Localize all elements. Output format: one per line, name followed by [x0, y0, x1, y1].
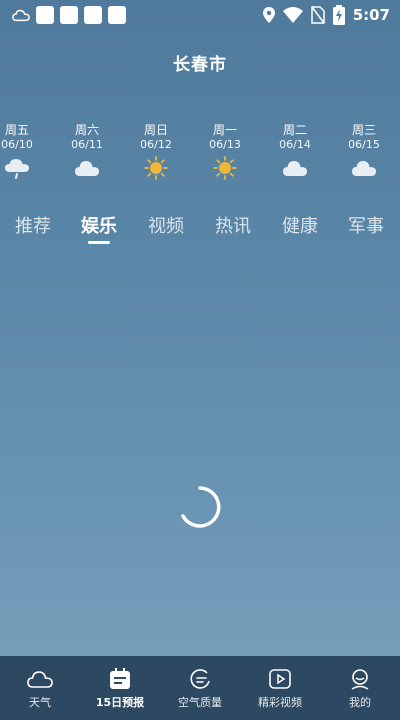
forecast-day[interactable]: 周三 06/15 [339, 122, 389, 181]
cloud-icon [75, 161, 99, 176]
rain-cloud-icon [5, 159, 29, 179]
status-bar: 5:07 [0, 0, 400, 30]
forecast-day[interactable]: 周二 06/14 [270, 122, 320, 181]
cloud-icon [12, 9, 30, 22]
nav-label: 15日预报 [95, 696, 145, 709]
nav-weather[interactable]: 天气 [0, 666, 80, 710]
nav-label: 天气 [29, 696, 51, 709]
location-icon [262, 7, 275, 23]
forecast-date: 06/14 [279, 138, 311, 151]
tab-health[interactable]: 健康 [282, 212, 318, 238]
tab-video[interactable]: 视频 [148, 212, 184, 238]
tab-entertainment[interactable]: 娱乐 [81, 212, 117, 238]
cloud-outline-icon [27, 671, 53, 688]
forecast-day-name: 周二 [282, 123, 307, 137]
battery-charging-icon [332, 5, 345, 25]
bottom-nav: 天气 15日预报 空气质量 精彩视频 我的 [0, 656, 400, 720]
forecast-day-name: 周三 [351, 123, 376, 137]
clock: 5:07 [352, 6, 390, 24]
tab-hot-news[interactable]: 热讯 [215, 212, 251, 238]
forecast-day-name: 周五 [4, 123, 29, 137]
notification-icon [84, 6, 102, 24]
user-icon [351, 669, 369, 690]
active-tab-indicator [88, 241, 110, 244]
nav-label: 精彩视频 [258, 696, 302, 709]
nav-label: 我的 [349, 696, 371, 709]
play-icon [269, 669, 291, 689]
nav-15day-forecast[interactable]: 15日预报 [80, 666, 160, 710]
nav-label: 空气质量 [178, 696, 222, 709]
nav-videos[interactable]: 精彩视频 [240, 666, 320, 710]
calendar-icon [110, 668, 130, 689]
notification-icon [108, 6, 126, 24]
forecast-day[interactable]: 周六 06/11 [62, 122, 112, 181]
forecast-day[interactable]: 周五 06/10 [0, 122, 42, 181]
forecast-day-name: 周一 [212, 123, 237, 137]
status-right: 5:07 [262, 5, 390, 25]
city-title[interactable]: 长春市 [0, 50, 400, 75]
forecast-day[interactable]: 周一 06/13 [200, 122, 250, 181]
notification-icon [60, 6, 78, 24]
cloud-icon [352, 161, 376, 176]
forecast-strip: 周五 06/10 周六 06/11 周日 06/12 周一 06/13 周二 0… [0, 122, 400, 192]
air-quality-icon [190, 669, 210, 689]
forecast-date: 06/13 [209, 138, 241, 151]
tab-recommend[interactable]: 推荐 [15, 212, 51, 238]
forecast-date: 06/11 [71, 138, 103, 151]
nav-profile[interactable]: 我的 [320, 666, 400, 710]
cloud-icon [283, 161, 307, 176]
tab-military[interactable]: 军事 [348, 212, 384, 238]
sun-icon [144, 156, 168, 180]
forecast-date: 06/15 [348, 138, 380, 151]
forecast-day-name: 周六 [74, 123, 99, 137]
category-tabs: 推荐 娱乐 视频 热讯 健康 军事 [0, 212, 400, 246]
sun-icon [213, 156, 237, 180]
notification-icon [36, 6, 54, 24]
loading-spinner-icon [181, 486, 221, 528]
nav-air-quality[interactable]: 空气质量 [160, 666, 240, 710]
forecast-day[interactable]: 周日 06/12 [131, 122, 181, 181]
status-left [12, 6, 126, 24]
forecast-date: 06/10 [1, 138, 33, 151]
forecast-date: 06/12 [140, 138, 172, 151]
no-sim-icon [310, 6, 325, 24]
wifi-icon [282, 7, 303, 23]
forecast-day-name: 周日 [143, 123, 168, 137]
